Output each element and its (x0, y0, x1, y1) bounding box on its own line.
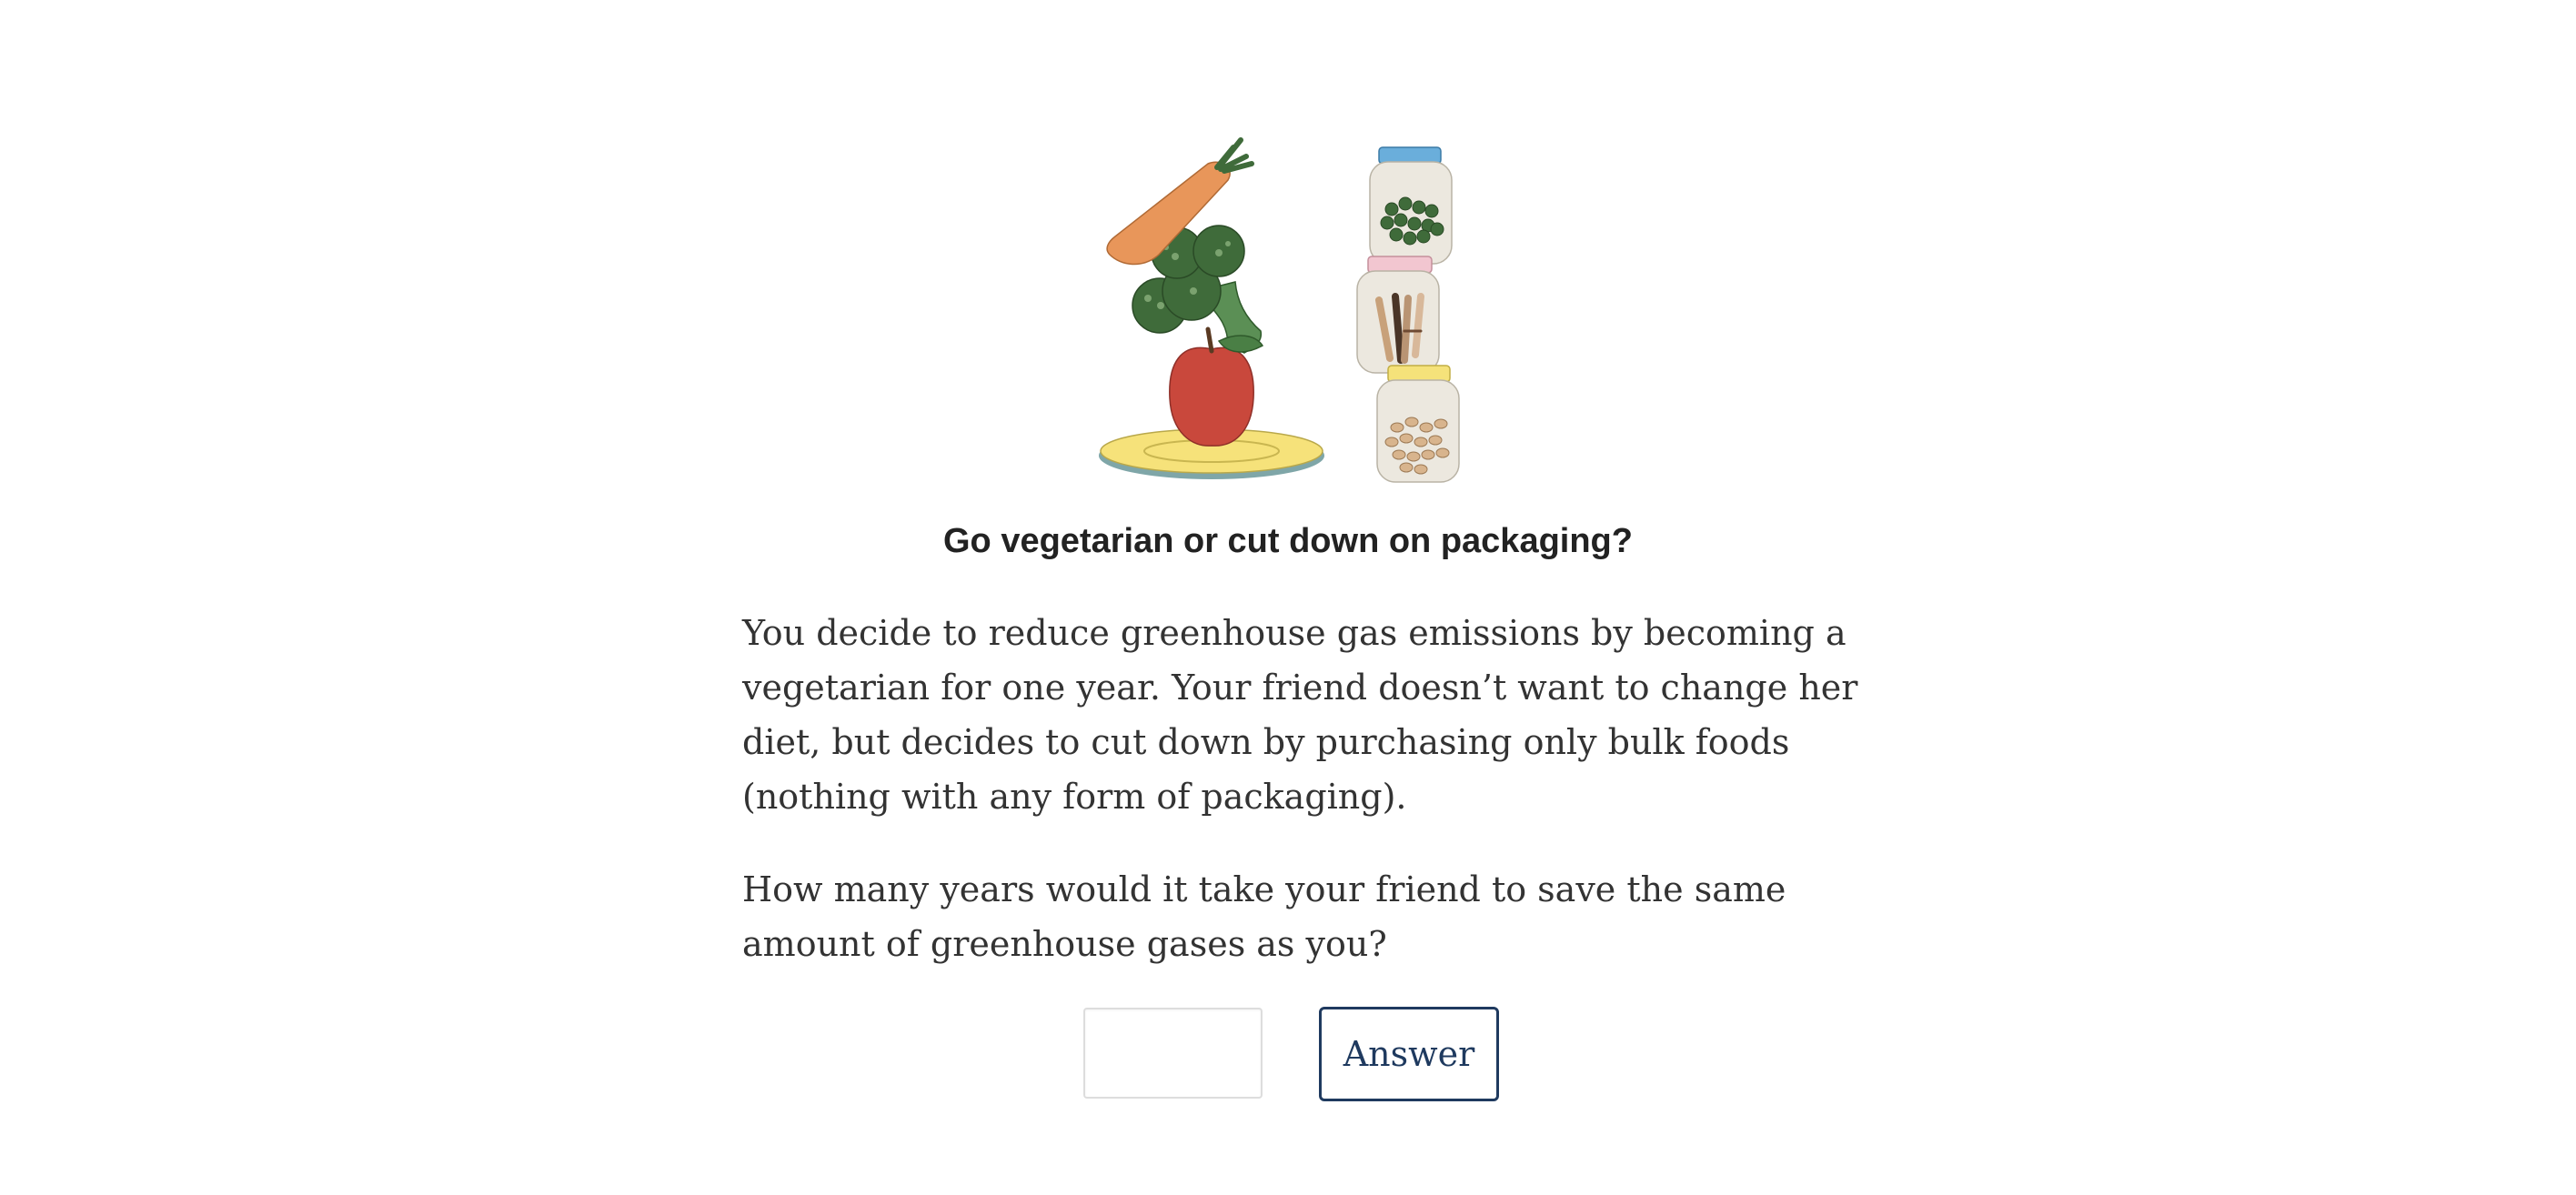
question-prompt: How many years would it take your friend… (742, 869, 1786, 964)
question-description: You decide to reduce greenhouse gas emis… (742, 613, 1858, 817)
answer-input[interactable] (1083, 1008, 1263, 1099)
jar-sticks-icon (1356, 256, 1440, 374)
question-title: Go vegetarian or cut down on packaging? (943, 522, 1633, 560)
jar-peas-icon (1369, 146, 1453, 265)
jar-nuts-icon (1376, 365, 1460, 483)
answer-button[interactable]: Answer (1319, 1007, 1499, 1101)
food-illustration (1099, 137, 1460, 483)
